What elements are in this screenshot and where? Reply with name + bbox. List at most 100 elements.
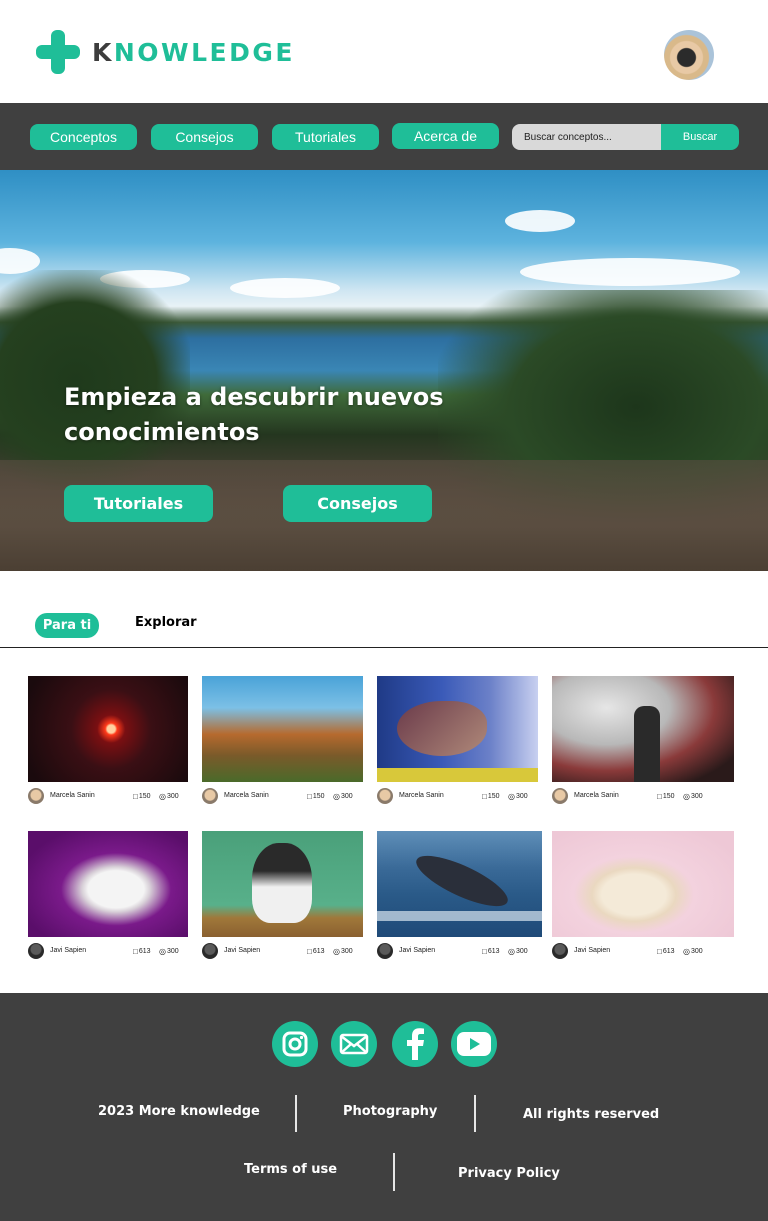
view-count: ◎ 300 [333, 947, 353, 956]
post-image-concert[interactable] [552, 676, 734, 782]
post-meta: Marcela Sanin □ 150 ◎ 300 [28, 788, 188, 804]
cross-logo-icon [36, 30, 80, 74]
search-button[interactable]: Buscar [661, 124, 739, 150]
footer-divider [295, 1095, 297, 1132]
post-image-whale[interactable] [377, 831, 542, 937]
hero-banner: Empieza a descubrir nuevos conocimientos… [0, 170, 768, 571]
comment-count: □ 150 [482, 792, 500, 801]
facebook-icon[interactable] [392, 1021, 438, 1067]
privacy-policy-link[interactable]: Privacy Policy [458, 1166, 560, 1181]
cloud [230, 278, 340, 298]
post-image-cat[interactable] [202, 831, 363, 937]
eye-icon: ◎ [508, 792, 515, 801]
comment-count: □ 613 [307, 947, 325, 956]
author-name[interactable]: Javi Sapien [399, 947, 435, 954]
nav-conceptos-button[interactable]: Conceptos [30, 124, 137, 150]
author-avatar[interactable] [552, 788, 568, 804]
comment-icon: □ [482, 792, 487, 801]
mail-icon[interactable] [331, 1021, 377, 1067]
author-name[interactable]: Marcela Sanin [50, 792, 95, 799]
eye-icon: ◎ [683, 947, 690, 956]
author-avatar[interactable] [28, 943, 44, 959]
tabs-divider [0, 647, 768, 648]
footer-divider [393, 1153, 395, 1191]
instagram-icon[interactable] [272, 1021, 318, 1067]
post-meta: Javi Sapien □ 613 ◎ 300 [202, 943, 363, 959]
bird-shape [397, 701, 487, 756]
post-meta: Marcela Sanin □ 150 ◎ 300 [377, 788, 538, 804]
hero-tutoriales-button[interactable]: Tutoriales [64, 485, 213, 522]
whale-shape [410, 846, 514, 916]
footer-divider [474, 1095, 476, 1132]
author-avatar[interactable] [377, 788, 393, 804]
post-meta: Javi Sapien □ 613 ◎ 300 [28, 943, 188, 959]
youtube-icon[interactable] [451, 1021, 497, 1067]
comment-count: □ 613 [482, 947, 500, 956]
eye-icon: ◎ [333, 947, 340, 956]
post-meta: Javi Sapien □ 613 ◎ 300 [377, 943, 542, 959]
hero-title: Empieza a descubrir nuevos conocimientos [64, 383, 444, 446]
header: KNOWLEDGE [0, 0, 768, 103]
photography-link[interactable]: Photography [343, 1104, 437, 1119]
hero-consejos-button[interactable]: Consejos [283, 485, 432, 522]
post-meta: Javi Sapien □ 613 ◎ 300 [552, 943, 734, 959]
user-avatar[interactable] [664, 30, 714, 80]
post-image-red-light[interactable] [28, 676, 188, 782]
logo-text: KNOWLEDGE [92, 37, 295, 67]
view-count: ◎ 300 [159, 792, 179, 801]
view-count: ◎ 300 [508, 792, 528, 801]
cat-shape [252, 843, 312, 923]
comment-count: □ 150 [307, 792, 325, 801]
author-name[interactable]: Javi Sapien [50, 947, 86, 954]
author-avatar[interactable] [202, 788, 218, 804]
view-count: ◎ 300 [333, 792, 353, 801]
author-name[interactable]: Marcela Sanin [399, 792, 444, 799]
tab-para-ti[interactable]: Para ti [35, 613, 99, 638]
author-name[interactable]: Marcela Sanin [574, 792, 619, 799]
view-count: ◎ 300 [683, 792, 703, 801]
search-input[interactable] [512, 124, 662, 150]
author-name[interactable]: Javi Sapien [224, 947, 260, 954]
person-silhouette [634, 706, 660, 782]
comment-icon: □ [657, 792, 662, 801]
post-meta: Marcela Sanin □ 150 ◎ 300 [552, 788, 734, 804]
post-image-rabbit[interactable] [28, 831, 188, 937]
tab-explorar[interactable]: Explorar [135, 615, 197, 630]
view-count: ◎ 300 [159, 947, 179, 956]
nav-consejos-button[interactable]: Consejos [151, 124, 258, 150]
logo[interactable]: KNOWLEDGE [36, 30, 295, 74]
comment-icon: □ [307, 792, 312, 801]
eye-icon: ◎ [683, 792, 690, 801]
cloud [505, 210, 575, 232]
comment-count: □ 613 [133, 947, 151, 956]
comment-icon: □ [133, 792, 138, 801]
terms-of-use-link[interactable]: Terms of use [244, 1162, 337, 1177]
eye-icon: ◎ [508, 947, 515, 956]
eye-icon: ◎ [159, 792, 166, 801]
comment-count: □ 150 [133, 792, 151, 801]
view-count: ◎ 300 [508, 947, 528, 956]
comment-icon: □ [657, 947, 662, 956]
eye-icon: ◎ [333, 792, 340, 801]
post-image-alpaca[interactable] [552, 831, 734, 937]
author-avatar[interactable] [28, 788, 44, 804]
nav-acerca-button[interactable]: Acerca de [392, 123, 499, 149]
author-avatar[interactable] [552, 943, 568, 959]
eye-icon: ◎ [159, 947, 166, 956]
comment-count: □ 613 [657, 947, 675, 956]
comment-icon: □ [307, 947, 312, 956]
author-avatar[interactable] [202, 943, 218, 959]
author-name[interactable]: Marcela Sanin [224, 792, 269, 799]
post-image-castle[interactable] [202, 676, 363, 782]
comment-icon: □ [133, 947, 138, 956]
rights-text: All rights reserved [523, 1107, 660, 1122]
splash [377, 911, 542, 921]
author-name[interactable]: Javi Sapien [574, 947, 610, 954]
post-image-bird[interactable] [377, 676, 538, 782]
nav-tutoriales-button[interactable]: Tutoriales [272, 124, 379, 150]
comment-icon: □ [482, 947, 487, 956]
post-meta: Marcela Sanin □ 150 ◎ 300 [202, 788, 363, 804]
view-count: ◎ 300 [683, 947, 703, 956]
flowers [377, 768, 538, 782]
author-avatar[interactable] [377, 943, 393, 959]
